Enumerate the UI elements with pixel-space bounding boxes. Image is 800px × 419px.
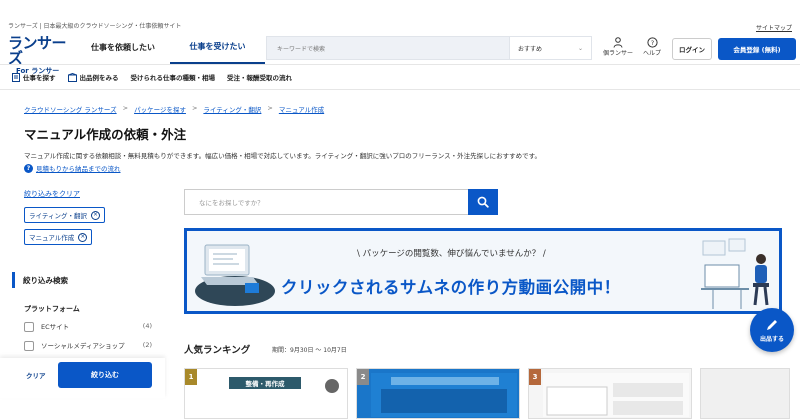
breadcrumb-separator: >	[191, 104, 198, 112]
laptop-illustration	[195, 244, 275, 306]
lancer-account-button[interactable]: 個ランサー	[600, 36, 636, 62]
person-icon	[600, 36, 636, 48]
breadcrumb-separator: >	[267, 104, 273, 112]
subnav-find-work[interactable]: 仕事を探す	[12, 72, 56, 82]
option-count: (2)	[142, 341, 152, 349]
checkbox[interactable]	[24, 322, 34, 332]
help-label: ヘルプ	[642, 50, 661, 57]
page-title: マニュアル作成の依頼・外注	[24, 127, 187, 142]
ranking-title: 人気ランキング	[184, 345, 251, 356]
signup-button[interactable]: 会員登録 (無料)	[718, 38, 796, 60]
create-listing-button[interactable]: 出品する	[750, 308, 794, 352]
logo-main: ランサーズ	[8, 34, 67, 67]
subnav-work-types[interactable]: 受けられる仕事の種類・相場	[131, 72, 216, 82]
rank-badge: 3	[529, 369, 541, 385]
header-search: キーワードで検索 おすすめ ⌄	[266, 36, 592, 60]
subnav-order-flow[interactable]: 受注・報酬受取の流れ	[227, 72, 292, 82]
fab-label: 出品する	[759, 335, 784, 343]
question-icon: ?	[24, 163, 33, 173]
document-icon	[12, 72, 20, 82]
main-search-input[interactable]: なにをお探しですか？	[184, 189, 468, 215]
login-button[interactable]: ログイン	[672, 38, 712, 60]
filter-option-ec[interactable]: ECサイト (4)	[24, 322, 152, 332]
close-icon[interactable]: ×	[90, 210, 100, 220]
platform-heading: プラットフォーム	[24, 305, 80, 313]
breadcrumb: クラウドソーシング ランサーズ > パッケージを探す > ライティング・翻訳 >…	[24, 104, 324, 114]
subnav-listing-examples[interactable]: 出品例をみる	[67, 72, 119, 82]
main-search: なにをお探しですか？	[184, 189, 498, 215]
lancers-logo[interactable]: ランサーズ For ランサー	[8, 34, 72, 76]
top-strip: ランサーズ | 日本最大級のクラウドソーシング・仕事依頼サイト サイトマップ	[0, 0, 800, 32]
page-description: マニュアル作成に関する依頼相談・無料見積もりができます。幅広い価格・相場で対応し…	[24, 152, 542, 160]
flow-link-label: 見積もりから納品までの流れ	[36, 165, 121, 173]
chip-label: マニュアル作成	[29, 234, 75, 242]
breadcrumb-item[interactable]: マニュアル作成	[279, 104, 324, 114]
keyword-search-input[interactable]: キーワードで検索	[267, 37, 509, 59]
sort-value: おすすめ	[518, 45, 543, 53]
site-tagline: ランサーズ | 日本最大級のクラウドソーシング・仕事依頼サイト	[8, 23, 182, 30]
estimate-flow-link[interactable]: ? 見積もりから納品までの流れ	[24, 163, 121, 173]
filter-chip-writing[interactable]: ライティング・翻訳 ×	[24, 207, 105, 223]
breadcrumb-item[interactable]: ライティング・翻訳	[203, 104, 261, 114]
option-label: ソーシャルメディアショップ	[41, 342, 125, 350]
help-icon: ?	[634, 36, 670, 48]
option-count: (4)	[142, 322, 152, 330]
filter-option-social[interactable]: ソーシャルメディアショップ (2)	[24, 341, 152, 357]
option-label: ECサイト	[41, 323, 70, 331]
tab-request-work[interactable]: 仕事を依頼したい	[78, 30, 168, 64]
ranking-card[interactable]	[700, 368, 790, 419]
banner-subheading: \ パッケージの閲覧数、伸び悩んでいませんか？ /	[357, 247, 546, 259]
clear-button[interactable]: クリア	[26, 370, 46, 380]
person-label: 個ランサー	[602, 50, 633, 57]
breadcrumb-separator: >	[122, 104, 129, 112]
banner-slash-right: /	[540, 249, 546, 259]
thumbnail-video-banner[interactable]: \ パッケージの閲覧数、伸び悩んでいませんか？ / クリックされるサムネの作り方…	[184, 228, 782, 314]
filter-chip-manual[interactable]: マニュアル作成 ×	[24, 229, 93, 245]
ranking-card[interactable]: 2	[356, 368, 520, 419]
rank-badge: 2	[357, 369, 369, 385]
ranking-card[interactable]: 1 整備・再作成	[184, 368, 348, 419]
clear-filters-link[interactable]: 絞り込みをクリア	[24, 189, 80, 199]
filter-footer: クリア 絞り込む	[0, 358, 165, 398]
search-icon	[477, 193, 489, 212]
svg-text:?: ?	[650, 39, 653, 47]
subnav-label: 出品例をみる	[79, 74, 119, 82]
card-thumbnail-label: 整備・再作成	[229, 377, 301, 389]
sort-select[interactable]: おすすめ ⌄	[509, 37, 591, 59]
sub-navigation: 仕事を探す 出品例をみる 受けられる仕事の種類・相場 受注・報酬受取の流れ	[0, 64, 800, 90]
ranking-card[interactable]: 3	[528, 368, 692, 419]
header: ランサーズ For ランサー 仕事を依頼したい 仕事を受けたい キーワードで検索…	[0, 30, 800, 76]
card-thumbnail	[371, 373, 517, 417]
chevron-down-icon: ⌄	[577, 44, 583, 52]
help-button[interactable]: ? ヘルプ	[634, 36, 670, 62]
ranking-period: 期間：9月30日 〜 10月7日	[272, 347, 347, 354]
chip-label: ライティング・翻訳	[29, 212, 87, 220]
pencil-icon	[765, 318, 779, 334]
document-icon	[325, 379, 339, 393]
tab-receive-work[interactable]: 仕事を受けたい	[170, 30, 265, 64]
rank-badge: 1	[185, 369, 197, 385]
card-thumbnail	[543, 373, 689, 417]
checkbox[interactable]	[24, 341, 34, 351]
filter-section-title: 絞り込み検索	[12, 272, 68, 288]
apply-filter-button[interactable]: 絞り込む	[58, 362, 152, 388]
breadcrumb-item[interactable]: クラウドソーシング ランサーズ	[24, 104, 117, 114]
banner-subheading-text: パッケージの閲覧数、伸び悩んでいませんか？	[362, 249, 541, 259]
close-icon[interactable]: ×	[78, 232, 88, 242]
person-at-desk-illustration	[701, 238, 769, 309]
banner-headline: クリックされるサムネの作り方動画公開中！	[281, 278, 621, 297]
breadcrumb-item[interactable]: パッケージを探す	[134, 104, 186, 114]
search-button[interactable]	[468, 189, 498, 215]
subnav-label: 仕事を探す	[23, 74, 56, 82]
package-icon	[67, 72, 77, 82]
